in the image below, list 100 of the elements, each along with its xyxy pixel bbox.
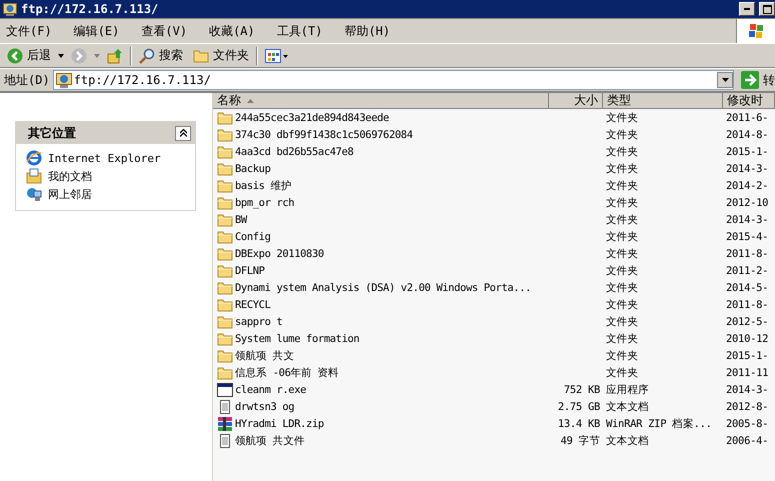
file-type: 文件夹: [605, 264, 640, 278]
modified-date: 2015-1-: [725, 350, 770, 362]
column-header[interactable]: 名称: [213, 93, 549, 109]
file-size: 13.4 KB: [556, 418, 601, 430]
place-link[interactable]: 网上邻居: [26, 186, 185, 202]
file-type: 文件夹: [605, 366, 640, 380]
file-name[interactable]: HYradmi LDR.zip: [235, 418, 324, 430]
minimize-icon: [744, 8, 750, 10]
up-folder-icon: [107, 48, 123, 64]
menu-item[interactable]: 编辑(E): [68, 22, 126, 40]
file-type: 文件夹: [605, 230, 640, 244]
maximize-button[interactable]: [759, 2, 775, 16]
folder-icon: [217, 332, 233, 346]
file-name[interactable]: 374c30 dbf99f1438c1c5069762084: [235, 128, 413, 140]
place-link[interactable]: 我的文档: [26, 168, 185, 184]
file-size: 752 KB: [562, 384, 601, 396]
menu-item[interactable]: 文件(F): [0, 22, 58, 40]
file-name[interactable]: drwtsn3 og: [235, 400, 294, 412]
folder-icon: [217, 162, 233, 176]
modified-date: 2014-5-: [725, 282, 770, 294]
file-name[interactable]: sappro t: [235, 316, 282, 328]
file-name[interactable]: 信息系 -06年前 资料: [235, 366, 339, 380]
file-type: 应用程序: [605, 382, 650, 396]
folder-icon: [217, 178, 233, 192]
window-title: ftp://172.16.7.113/: [21, 2, 160, 16]
folder-icon: [217, 144, 233, 158]
documents-folder-icon: [26, 168, 42, 184]
file-name[interactable]: Backup: [235, 162, 271, 174]
modified-date: 2014-2-: [725, 180, 770, 192]
file-name[interactable]: cleanm r.exe: [235, 384, 306, 396]
folder-icon: [217, 230, 233, 244]
address-label: 地址(D): [4, 72, 50, 88]
file-name[interactable]: 领航项 共文: [235, 348, 294, 362]
browser-icon: [26, 150, 42, 166]
modified-date: 2012-5-: [725, 316, 770, 328]
search-button[interactable]: 搜索: [136, 47, 186, 64]
file-name[interactable]: bpm_or rch: [235, 196, 294, 208]
folder-icon: [217, 314, 233, 328]
column-header[interactable]: 类型: [603, 93, 723, 109]
search-icon: [139, 48, 155, 64]
file-type: 文件夹: [605, 280, 640, 294]
file-name[interactable]: Dynami ystem Analysis (DSA) v2.00 Windows Porta...: [235, 282, 532, 294]
file-type: 文件夹: [605, 196, 640, 210]
modified-date: 2015-1-: [725, 146, 770, 158]
place-link[interactable]: Internet Explorer: [26, 150, 185, 166]
folder-icon: [217, 128, 233, 142]
flag-icon: [749, 24, 763, 38]
modified-date: 2014-3-: [725, 214, 770, 226]
dropdown-button[interactable]: [717, 72, 733, 88]
file-type: 文件夹: [605, 348, 640, 362]
file-name[interactable]: 领航项 共文件: [235, 434, 305, 448]
file-name[interactable]: Config: [235, 230, 271, 242]
folder-icon: [217, 264, 233, 278]
file-type: 文件夹: [605, 128, 640, 142]
modified-date: 2011-8-: [725, 248, 770, 260]
modified-date: 2014-8-: [725, 128, 770, 140]
folder-icon: [217, 246, 233, 260]
file-size: 49 字节: [560, 434, 601, 448]
modified-date: 2011-11: [725, 366, 770, 378]
text-document-icon: [217, 434, 233, 448]
archive-icon: [217, 416, 233, 430]
file-name[interactable]: System lume formation: [235, 332, 360, 344]
address-field[interactable]: ftp://172.16.7.113/: [52, 70, 734, 90]
folders-button[interactable]: 文件夹: [190, 47, 252, 64]
caret-icon[interactable]: [58, 54, 64, 58]
modified-date: 2012-10: [725, 196, 770, 208]
file-name[interactable]: DBExpo 20110830: [235, 248, 324, 260]
program-icon: [217, 382, 233, 396]
chevron-up-icon: [180, 129, 186, 137]
file-name[interactable]: RECYCL: [235, 298, 271, 310]
menu-item[interactable]: 帮助(H): [338, 22, 396, 40]
file-size: 2.75 GB: [556, 400, 601, 412]
go-button[interactable]: 转: [737, 71, 775, 89]
column-header[interactable]: 修改时: [723, 93, 775, 109]
collapse-button[interactable]: [175, 126, 191, 140]
folder-icon: [217, 366, 233, 380]
modified-date: 2015-4-: [725, 230, 770, 242]
menu-item[interactable]: 查看(V): [135, 22, 194, 40]
minimize-button[interactable]: [739, 2, 755, 16]
file-name[interactable]: BW: [235, 214, 247, 226]
menu-item[interactable]: 工具(T): [270, 22, 328, 40]
modified-date: 2014-3-: [725, 162, 770, 174]
network-folder-icon: [3, 2, 17, 16]
file-name[interactable]: basis 维护: [235, 178, 292, 192]
file-type: 文件夹: [605, 144, 640, 158]
file-type: 文件夹: [605, 162, 640, 176]
views-grid-icon: [265, 48, 289, 62]
menu-item[interactable]: 收藏(A): [203, 22, 261, 40]
column-header[interactable]: 大小: [549, 93, 603, 109]
file-type: 文件夹: [605, 314, 640, 328]
modified-date: 2005-8-: [725, 418, 770, 430]
file-type: WinRAR ZIP 档案...: [605, 416, 713, 430]
file-name[interactable]: 4aa3cd bd26b55ac47e8: [235, 146, 354, 158]
modified-date: 2010-12: [725, 332, 770, 344]
file-type: 文件夹: [605, 212, 640, 226]
back-button[interactable]: 后退: [4, 47, 54, 64]
file-name[interactable]: 244a55cec3a21de894d843eede: [235, 112, 389, 124]
file-name[interactable]: DFLNP: [235, 264, 265, 276]
folder-icon: [217, 280, 233, 294]
modified-date: 2011-8-: [725, 298, 770, 310]
